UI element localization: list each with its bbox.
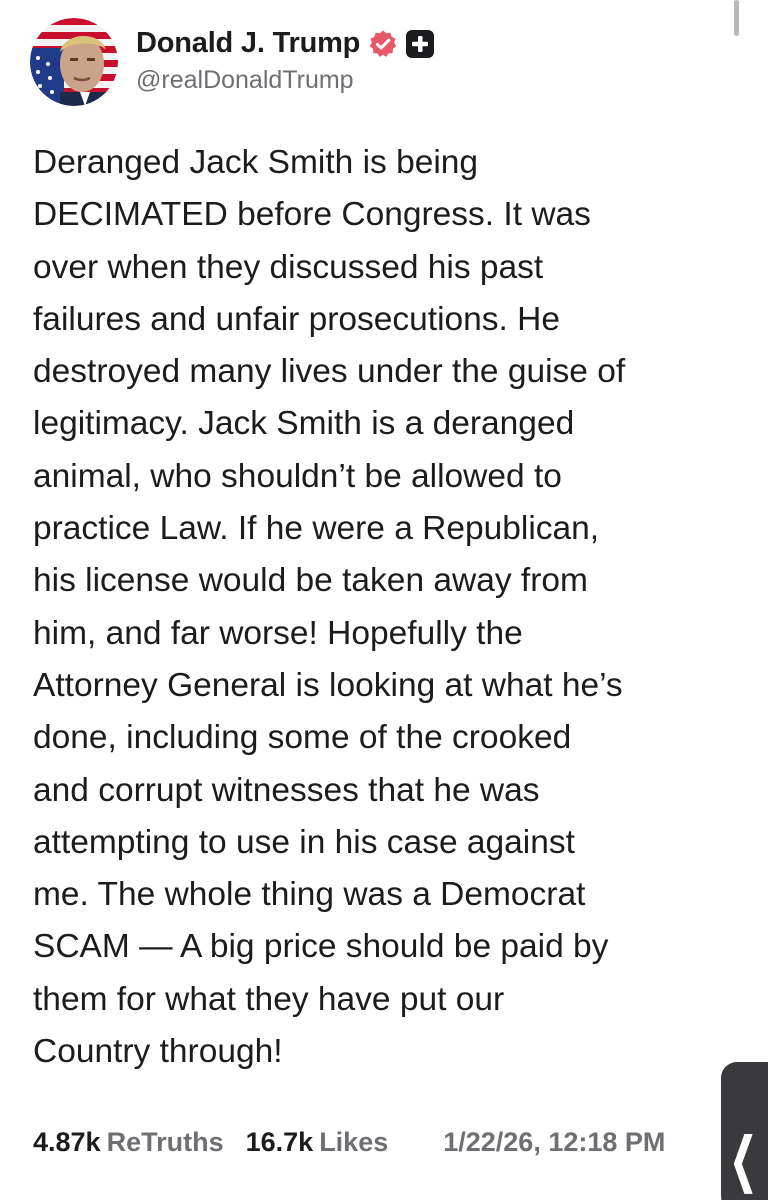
post-text: Deranged Jack Smith is being DECIMATED b… [33,137,745,1078]
likes-stat[interactable]: 16.7k Likes [246,1124,389,1160]
likes-label: Likes [319,1127,389,1157]
post-text-line: DECIMATED before Congress. It was [33,196,591,234]
post-text-line: me. The whole thing was a Democrat [33,876,586,914]
likes-count: 16.7k [245,1127,314,1157]
post-text-line: failures and unfair prosecutions. He [33,300,560,338]
plus-badge-icon [406,29,435,58]
retruths-label: ReTruths [106,1127,224,1157]
retruths-count: 4.87k [33,1127,101,1157]
scroll-indicator[interactable] [734,0,739,36]
post-text-line: Deranged Jack Smith is being [33,144,479,181]
avatar-portrait-flag-icon [30,18,118,106]
back-swipe-tab[interactable]: ❮ [721,1062,768,1200]
author-name-row: Donald J. Trump [136,24,435,64]
post-text-line: attempting to use in his case against [33,823,575,861]
post-timestamp: 1/22/26, 12:18 PM [443,1127,666,1157]
post-text-line: SCAM — A big price should be paid by [33,928,609,966]
post-text-line: practice Law. If he were a Republican, [33,510,600,548]
post-text-line: legitimacy. Jack Smith is a deranged [33,405,575,443]
author-handle[interactable]: @realDonaldTrump [136,66,434,95]
post-text-line: and corrupt witnesses that he was [33,771,540,809]
author-info: Donald J. Trump @realDonaldTrump [136,24,435,95]
verified-badge-icon [368,29,398,59]
post-text-line: done, including some of the crooked [33,719,572,757]
post-text-line: his license would be taken away from [33,562,588,600]
chevron-left-icon: ❮ [729,1127,757,1192]
post-text-line: over when they discussed his past [33,248,544,286]
post-text-line: Country through! [33,1033,283,1071]
post-text-line: him, and far worse! Hopefully the [33,614,523,652]
post-text-line: Attorney General is looking at what he’s [33,666,623,704]
post-text-line: them for what they have put our [33,980,505,1018]
author-display-name[interactable]: Donald J. Trump [136,27,360,60]
post-text-line: destroyed many lives under the guise of [33,353,626,391]
post-stats: 4.87k ReTruths 16.7k Likes 1/22/26, 12:18 … [33,1124,665,1160]
retruths-stat[interactable]: 4.87k ReTruths [33,1124,224,1160]
post-header: Donald J. Trump @realDonaldTrump [30,18,435,106]
post-text-line: animal, who shouldn’t be allowed to [33,457,562,495]
avatar[interactable] [30,18,118,106]
post-detail-screen: Donald J. Trump @realDonaldTrump Derange… [0,0,768,1200]
